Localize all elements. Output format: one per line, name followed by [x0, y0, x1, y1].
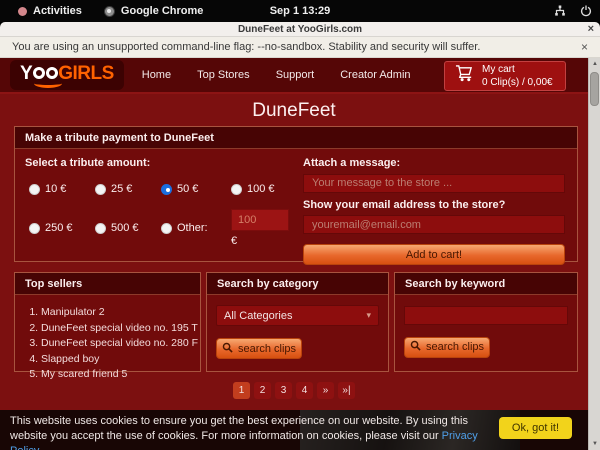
desktop-top-bar: Activities Google Chrome Sep 1 13:29 [0, 0, 600, 22]
site-header: Y GIRLS Home Top Stores Support Creator A… [0, 58, 588, 94]
amount-option-100[interactable]: 100 € [231, 183, 301, 195]
scrollbar-thumb[interactable] [590, 72, 599, 106]
scroll-down-icon[interactable]: ▼ [589, 438, 600, 450]
top-sellers-list: Manipulator 2 DuneFeet special video no.… [41, 305, 200, 383]
amount-radio-50[interactable] [161, 184, 172, 195]
email-label: Show your email address to the store? [303, 199, 565, 211]
email-input[interactable] [303, 215, 565, 234]
amount-option-250[interactable]: 250 € [29, 209, 95, 247]
nav-item-home[interactable]: Home [142, 69, 171, 81]
other-amount-input[interactable] [231, 209, 289, 231]
search-icon [222, 342, 233, 356]
logo-smile-icon [34, 79, 62, 88]
warning-close-icon[interactable]: × [581, 40, 588, 54]
category-dropdown-value: All Categories [224, 310, 292, 322]
cookie-message: This website uses cookies to ensure you … [10, 414, 495, 450]
warning-text: You are using an unsupported command-lin… [12, 41, 480, 53]
category-search-header: Search by category [207, 273, 388, 295]
cart-widget[interactable]: My cart 0 Clip(s) / 0,00€ [444, 61, 566, 91]
amount-radio-100[interactable] [231, 184, 242, 195]
nav-item-creator-admin[interactable]: Creator Admin [340, 69, 410, 81]
amount-radio-other[interactable] [161, 223, 172, 234]
top-seller-item[interactable]: DuneFeet special video no. 280 F [41, 336, 200, 352]
page-button-2[interactable]: 2 [254, 382, 271, 399]
amount-radio-10[interactable] [29, 184, 40, 195]
pagination: 1 2 3 4 » »| [0, 382, 588, 399]
activities-label: Activities [33, 5, 82, 17]
top-sellers-header: Top sellers [15, 273, 200, 295]
category-search-button[interactable]: search clips [216, 338, 302, 359]
amount-option-10[interactable]: 10 € [29, 183, 95, 195]
cookie-consent-bar: This website uses cookies to ensure you … [0, 410, 588, 450]
top-seller-item[interactable]: Manipulator 2 [41, 305, 200, 321]
desktop-screen: Activities Google Chrome Sep 1 13:29 Dun… [0, 0, 600, 450]
tribute-panel-header: Make a tribute payment to DuneFeet [15, 127, 577, 149]
page-button-3[interactable]: 3 [275, 382, 292, 399]
page-button-4[interactable]: 4 [296, 382, 313, 399]
app-menu-button[interactable]: Google Chrome [100, 5, 208, 17]
page-button-1[interactable]: 1 [233, 382, 250, 399]
vertical-scrollbar[interactable]: ▲ ▼ [588, 58, 600, 450]
top-seller-item[interactable]: DuneFeet special video no. 195 T [41, 321, 200, 337]
logo-eye-icon [33, 67, 45, 79]
keyword-search-header: Search by keyword [395, 273, 577, 295]
keyword-search-button[interactable]: search clips [404, 337, 490, 358]
app-menu-label: Google Chrome [121, 5, 204, 17]
chevron-down-icon: ▾ [366, 310, 371, 321]
clock[interactable]: Sep 1 13:29 [0, 5, 600, 17]
network-icon[interactable] [554, 5, 566, 17]
page-button-next[interactable]: » [317, 382, 334, 399]
chrome-icon [104, 6, 115, 17]
amount-option-other[interactable]: Other: [161, 209, 231, 247]
message-input[interactable] [303, 174, 565, 193]
window-title-bar[interactable]: DuneFeet at YooGirls.com × [0, 22, 600, 37]
scroll-up-icon[interactable]: ▲ [589, 58, 600, 70]
logo-eye-icon [46, 67, 58, 79]
message-label: Attach a message: [303, 157, 565, 169]
search-icon [410, 340, 421, 354]
site-logo[interactable]: Y GIRLS [10, 60, 124, 90]
nav-item-support[interactable]: Support [276, 69, 315, 81]
window-close-icon[interactable]: × [588, 23, 594, 35]
amount-radio-250[interactable] [29, 223, 40, 234]
amount-option-25[interactable]: 25 € [95, 183, 161, 195]
page-content: ▲ ▼ Y GIRLS Home Top Stores Support Creat… [0, 58, 600, 450]
power-icon[interactable] [580, 5, 592, 17]
category-dropdown[interactable]: All Categories ▾ [216, 305, 379, 326]
amount-radio-500[interactable] [95, 223, 106, 234]
category-search-panel: Search by category All Categories ▾ sear… [206, 272, 389, 372]
window-title: DuneFeet at YooGirls.com [238, 24, 362, 35]
logo-text-girls: GIRLS [58, 63, 114, 84]
amount-option-50[interactable]: 50 € [161, 183, 231, 195]
top-sellers-panel: Top sellers Manipulator 2 DuneFeet speci… [14, 272, 201, 372]
tribute-panel: Make a tribute payment to DuneFeet Selec… [14, 126, 578, 262]
amount-radio-25[interactable] [95, 184, 106, 195]
other-amount-currency: € [231, 235, 301, 247]
shopping-cart-icon [455, 64, 474, 88]
top-seller-item[interactable]: My scared friend 5 [41, 367, 200, 383]
warning-bar: You are using an unsupported command-lin… [0, 37, 600, 58]
tribute-amount-options: 10 € 25 € 50 € 100 € [29, 183, 309, 247]
main-nav: Home Top Stores Support Creator Admin [142, 69, 411, 81]
cookie-accept-button[interactable]: Ok, got it! [499, 417, 572, 439]
activities-button[interactable]: Activities [14, 5, 86, 17]
top-seller-item[interactable]: Slapped boy [41, 352, 200, 368]
amount-option-500[interactable]: 500 € [95, 209, 161, 247]
keyword-search-panel: Search by keyword search clips [394, 272, 578, 372]
nav-item-top-stores[interactable]: Top Stores [197, 69, 250, 81]
page-title: DuneFeet [0, 100, 588, 122]
page-button-last[interactable]: »| [338, 382, 355, 399]
cart-title: My cart [482, 63, 553, 76]
cart-summary: 0 Clip(s) / 0,00€ [482, 76, 553, 89]
distro-dot-icon [18, 7, 27, 16]
add-to-cart-button[interactable]: Add to cart! [303, 244, 565, 265]
keyword-input[interactable] [404, 306, 568, 325]
logo-text-y: Y [20, 63, 32, 84]
